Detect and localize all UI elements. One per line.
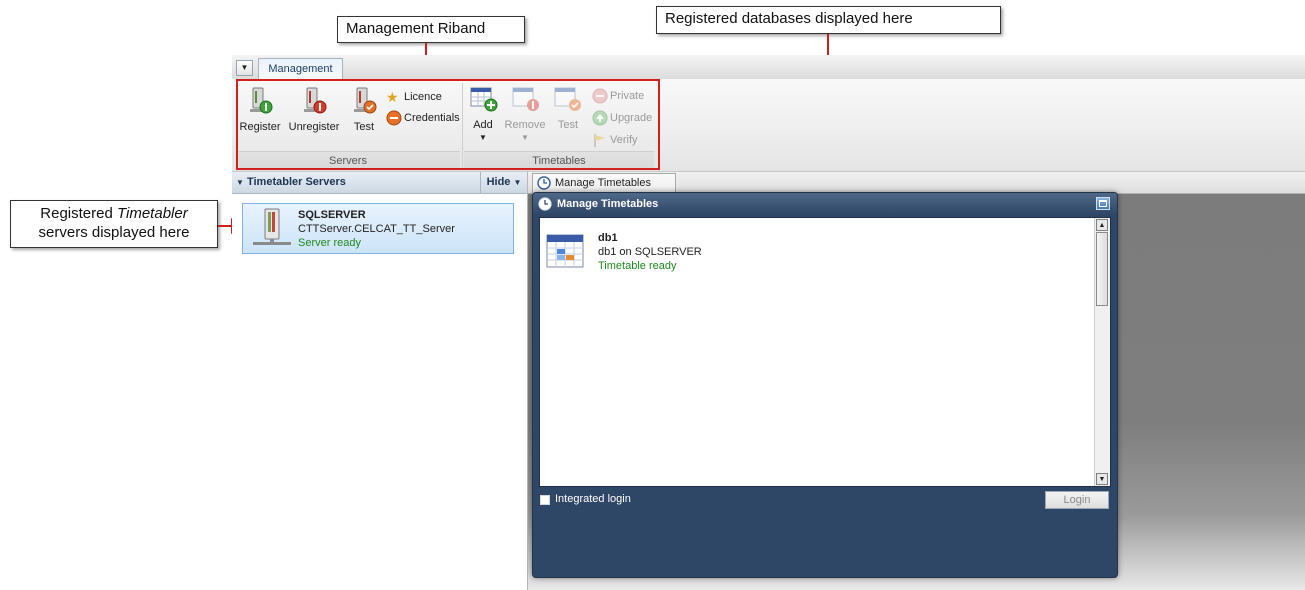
- tab-management[interactable]: Management: [258, 58, 343, 80]
- servers-panel-title[interactable]: ▼ Timetabler Servers: [236, 172, 346, 193]
- server-name: SQLSERVER: [298, 209, 366, 221]
- callout-registered-databases: Registered databases displayed here: [656, 6, 1001, 34]
- timetables-scrollbar[interactable]: ▲ ▼: [1094, 218, 1110, 486]
- timetable-list-item[interactable]: db1 db1 on SQLSERVER Timetable ready: [546, 230, 846, 280]
- manage-timetables-window: Manage Timetables db1 db1 on SQLSERVER T…: [532, 192, 1118, 578]
- scroll-up-icon: ▲: [1098, 222, 1106, 229]
- app-menu-dropdown[interactable]: ▼: [236, 60, 253, 76]
- callout-management-riband: Management Riband: [337, 16, 525, 43]
- clock-icon: [537, 176, 551, 190]
- timetable-icon: [546, 234, 584, 268]
- ribbon-tabstrip: ▼ Management: [232, 55, 1305, 80]
- server-status: Server ready: [298, 237, 361, 249]
- maximize-icon: [1099, 200, 1107, 207]
- chevron-down-icon: ▼: [513, 178, 522, 187]
- server-list-item[interactable]: SQLSERVER CTTServer.CELCAT_TT_Server Ser…: [242, 203, 514, 254]
- timetables-list: db1 db1 on SQLSERVER Timetable ready ▲ ▼: [539, 217, 1111, 487]
- timetabler-servers-panel: ▼ Timetabler Servers Hide ▼ SQLSERVER CT…: [232, 172, 528, 590]
- timetable-status: Timetable ready: [598, 260, 677, 272]
- maximize-button[interactable]: [1096, 197, 1110, 210]
- callout-registered-servers: Registered Timetabler servers displayed …: [10, 200, 218, 248]
- scroll-up-button[interactable]: ▲: [1096, 219, 1108, 231]
- timetable-name: db1: [598, 232, 618, 244]
- login-button[interactable]: Login: [1045, 491, 1109, 509]
- workspace-tabstrip: Manage Timetables: [528, 172, 1305, 194]
- server-icon: [253, 208, 291, 245]
- tab-manage-timetables[interactable]: Manage Timetables: [532, 173, 676, 193]
- clock-icon: [538, 197, 552, 211]
- integrated-login-checkbox[interactable]: [540, 495, 550, 505]
- ribbon-highlight-frame: [236, 79, 660, 170]
- server-instance: CTTServer.CELCAT_TT_Server: [298, 223, 455, 235]
- manage-timetables-titlebar: Manage Timetables: [533, 193, 1117, 215]
- manage-timetables-footer: Integrated login Login: [533, 489, 1117, 515]
- collapse-triangle-icon: ▼: [236, 178, 244, 187]
- chevron-down-icon: ▼: [240, 63, 249, 72]
- manage-timetables-title: Manage Timetables: [557, 198, 659, 210]
- hide-panel-button[interactable]: Hide ▼: [480, 172, 527, 193]
- scroll-down-icon: ▼: [1098, 476, 1106, 483]
- timetable-location: db1 on SQLSERVER: [598, 246, 702, 258]
- scroll-thumb[interactable]: [1096, 232, 1108, 306]
- integrated-login-label: Integrated login: [555, 493, 631, 505]
- servers-panel-header: ▼ Timetabler Servers Hide ▼: [232, 172, 527, 194]
- scroll-down-button[interactable]: ▼: [1096, 473, 1108, 485]
